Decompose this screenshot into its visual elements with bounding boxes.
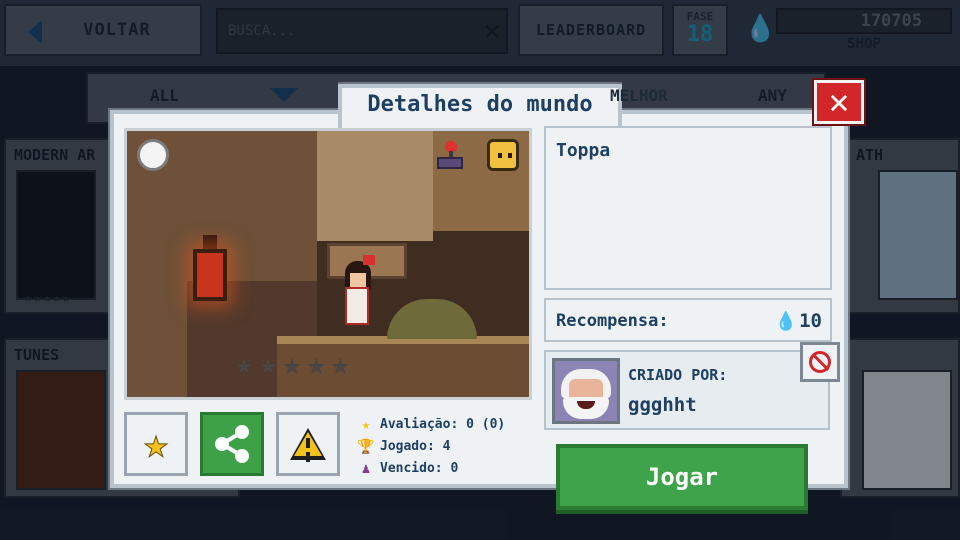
stat-rating: ★ Avaliação: 0 (0) <box>356 414 505 436</box>
star-icon: ★ <box>331 347 350 382</box>
star-icon: ★ <box>235 347 254 382</box>
stat-rating-text: Avaliação: 0 (0) <box>380 417 506 432</box>
close-button[interactable]: ✕ <box>814 80 864 124</box>
creator-name: ggghht <box>628 394 697 416</box>
joystick-icon <box>437 141 463 169</box>
warning-icon <box>290 428 326 460</box>
share-button[interactable] <box>200 412 264 476</box>
play-button[interactable]: Jogar <box>556 444 808 510</box>
level-preview-image: ★ ★ ★ ★ ★ <box>124 128 532 400</box>
water-drop-icon: 💧 <box>774 311 798 332</box>
rating-stars: ★ ★ ★ ★ ★ <box>235 349 349 381</box>
star-icon: ★ <box>283 347 302 382</box>
creator-panel[interactable]: CRIADO POR: ggghht <box>544 350 830 430</box>
world-stats: ★ Avaliação: 0 (0) 🏆 Jogado: 4 ♟ Vencido… <box>356 414 505 480</box>
dialog-title: Detalhes do mundo <box>367 92 593 117</box>
reward-panel: Recompensa: 💧 10 <box>544 298 832 342</box>
stat-played-text: Jogado: 4 <box>380 439 451 454</box>
character-body <box>345 287 369 325</box>
creator-label: CRIADO POR: <box>628 366 728 384</box>
trophy-icon: 🏆 <box>357 439 375 455</box>
person-icon: ♟ <box>361 461 371 477</box>
star-icon: ★ <box>259 347 278 382</box>
lantern-hook <box>203 235 217 249</box>
reward-value: 💧 10 <box>775 310 822 332</box>
reward-label: Recompensa: <box>556 311 669 331</box>
world-description: Toppa <box>556 140 611 161</box>
star-icon: ★ <box>143 421 169 468</box>
share-icon <box>215 425 249 463</box>
description-panel: Toppa <box>544 126 832 290</box>
lantern-icon <box>193 249 227 301</box>
favorite-button[interactable]: ★ <box>124 412 188 476</box>
character-bow <box>363 255 375 265</box>
report-button[interactable] <box>276 412 340 476</box>
block-creator-button[interactable] <box>800 342 840 382</box>
stat-won-text: Vencido: 0 <box>380 461 459 476</box>
stat-played: 🏆 Jogado: 4 <box>356 436 505 458</box>
preview-bush <box>387 299 477 339</box>
close-icon: ✕ <box>828 82 850 122</box>
stat-won: ♟ Vencido: 0 <box>356 458 505 480</box>
preview-wall <box>317 131 433 241</box>
character-face-icon <box>487 139 519 171</box>
star-icon: ★ <box>307 347 326 382</box>
star-icon: ★ <box>361 417 371 433</box>
reward-amount: 10 <box>799 310 822 332</box>
block-icon <box>809 351 831 373</box>
character-face <box>350 273 366 287</box>
bubble-icon <box>137 139 169 171</box>
creator-avatar <box>552 358 620 424</box>
